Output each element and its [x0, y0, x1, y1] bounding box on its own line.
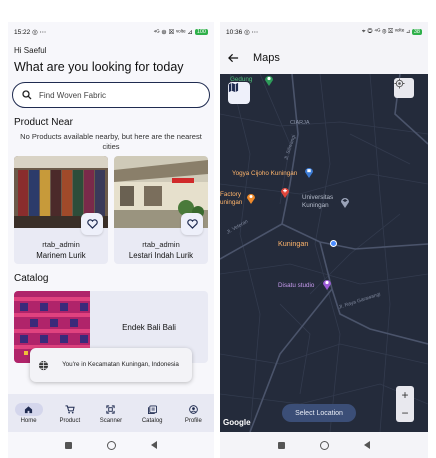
- shopping-pin-icon[interactable]: [304, 166, 314, 178]
- recents-button[interactable]: [277, 441, 285, 449]
- product-near-heading: Product Near: [14, 117, 73, 128]
- location-target-icon: [394, 78, 405, 89]
- nav-label: Scanner: [99, 417, 123, 424]
- university-pin-icon[interactable]: [340, 196, 350, 208]
- home-system-button[interactable]: [106, 440, 116, 450]
- nav-label: Profile: [184, 417, 202, 424]
- map-icon: [228, 82, 239, 93]
- status-bar: 15:22 ◎ ⋯ ⁴ᴳ ⊛ ☒ ᵛᵒˡᵗᵉ ⊿ 100: [8, 22, 214, 42]
- favorite-button[interactable]: [81, 213, 103, 235]
- product-card[interactable]: rtab_admin Marinem Lurik: [14, 156, 108, 264]
- home-icon: [24, 405, 33, 413]
- catalog-icon: [147, 404, 157, 414]
- status-time: 10:36: [226, 29, 243, 36]
- map-view[interactable]: Gedung CIARJA Yogya Cijoho Kuningan Fact…: [220, 74, 428, 432]
- status-time-group: 10:36 ◎ ⋯: [226, 28, 258, 36]
- zoom-controls: + −: [396, 386, 414, 422]
- signal-icons: ⌖ ◎ ⁴ᴳ ⊛ ☒ ᵛᵒˡᵗᵉ ⊿: [361, 28, 410, 35]
- studio-pin-icon[interactable]: [322, 278, 332, 290]
- product-shop: rtab_admin: [142, 240, 180, 249]
- home-screen: 15:22 ◎ ⋯ ⁴ᴳ ⊛ ☒ ᵛᵒˡᵗᵉ ⊿ 100 Hi Saeful W…: [8, 22, 214, 458]
- scan-icon: [106, 404, 116, 414]
- greeting-text: Hi Saeful: [14, 46, 47, 55]
- map-label-ciarja: CIARJA: [290, 120, 310, 126]
- page-title: Maps: [253, 52, 280, 64]
- nav-product[interactable]: Product: [52, 403, 88, 424]
- map-label-factory: Factory uningan: [220, 191, 243, 206]
- map-label-universitas: Universitas Kuningan: [302, 194, 334, 209]
- product-name: Marinem Lurik: [36, 251, 86, 260]
- nav-profile[interactable]: Profile: [175, 403, 211, 424]
- maps-screen: 10:36 ◎ ⋯ ⌖ ◎ ⁴ᴳ ⊛ ☒ ᵛᵒˡᵗᵉ ⊿ 38 Maps Ged…: [220, 22, 428, 458]
- back-system-button[interactable]: [150, 441, 157, 449]
- status-bar: 10:36 ◎ ⋯ ⌖ ◎ ⁴ᴳ ⊛ ☒ ᵛᵒˡᵗᵉ ⊿ 38: [220, 22, 428, 42]
- map-label-disatu: Disatu studio: [278, 282, 315, 289]
- page-title: What are you looking for today: [14, 60, 184, 74]
- cart-icon: [65, 404, 75, 413]
- nav-scanner[interactable]: Scanner: [93, 403, 129, 424]
- status-right: ⌖ ◎ ⁴ᴳ ⊛ ☒ ᵛᵒˡᵗᵉ ⊿ 38: [362, 28, 422, 36]
- status-time-group: 15:22 ◎ ⋯: [14, 28, 46, 36]
- recents-button[interactable]: [65, 441, 73, 449]
- system-navigation: [220, 432, 428, 458]
- catalog-heading: Catalog: [14, 273, 49, 284]
- status-icons: ◎ ⋯: [244, 29, 259, 36]
- search-bar[interactable]: [12, 82, 210, 108]
- search-icon: [22, 90, 32, 100]
- status-icons: ◎ ⋯: [32, 29, 47, 36]
- map-roads: [220, 74, 428, 432]
- back-system-button[interactable]: [364, 441, 371, 449]
- home-system-button[interactable]: [319, 440, 329, 450]
- my-location-button[interactable]: [394, 78, 414, 98]
- system-navigation: [8, 432, 214, 458]
- status-time: 15:22: [14, 29, 31, 36]
- bottom-navigation: Home Product Scanner Catalog Profile: [8, 394, 214, 432]
- park-pin-icon[interactable]: [264, 74, 274, 86]
- product-near-note: No Products available nearby, but here a…: [20, 132, 202, 151]
- google-attribution: Google: [223, 418, 251, 427]
- hospital-pin-icon[interactable]: [280, 186, 290, 198]
- location-toast: You're in Kecamatan Kuningan, Indonesia: [30, 348, 192, 382]
- app-bar: Maps: [220, 42, 428, 74]
- nav-label: Home: [20, 417, 37, 424]
- zoom-out-button[interactable]: −: [401, 406, 408, 420]
- map-type-button[interactable]: [228, 82, 250, 104]
- heart-icon: [186, 219, 198, 229]
- map-label-gedung: Gedung: [230, 76, 253, 83]
- toast-message: You're in Kecamatan Kuningan, Indonesia: [62, 360, 179, 368]
- nav-catalog[interactable]: Catalog: [134, 403, 170, 424]
- back-arrow-icon[interactable]: [228, 53, 239, 63]
- favorite-button[interactable]: [181, 213, 203, 235]
- select-location-button[interactable]: Select Location: [282, 404, 356, 422]
- nav-label: Product: [59, 417, 81, 424]
- status-right: ⁴ᴳ ⊛ ☒ ᵛᵒˡᵗᵉ ⊿ 100: [153, 28, 208, 36]
- factory-pin-icon[interactable]: [246, 192, 256, 204]
- nav-home[interactable]: Home: [11, 402, 47, 424]
- globe-icon: [38, 360, 49, 370]
- heart-icon: [86, 219, 98, 229]
- battery-badge: 100: [194, 29, 208, 35]
- product-card[interactable]: rtab_admin Lestari Indah Lurik: [114, 156, 208, 264]
- nav-label: Catalog: [141, 417, 163, 424]
- product-list: rtab_admin Marinem Lurik rtab_admin Lest…: [8, 156, 214, 264]
- profile-icon: [189, 404, 198, 414]
- product-shop: rtab_admin: [42, 240, 80, 249]
- map-label-yogya: Yogya Cijoho Kuningan: [232, 170, 298, 177]
- current-location-dot: [330, 240, 337, 247]
- battery-badge: 38: [411, 29, 422, 35]
- search-input[interactable]: [39, 90, 189, 100]
- zoom-in-button[interactable]: +: [401, 388, 408, 402]
- product-name: Lestari Indah Lurik: [128, 251, 194, 260]
- signal-icons: ⁴ᴳ ⊛ ☒ ᵛᵒˡᵗᵉ ⊿: [153, 29, 193, 36]
- map-label-kuningan: Kuningan: [278, 239, 309, 248]
